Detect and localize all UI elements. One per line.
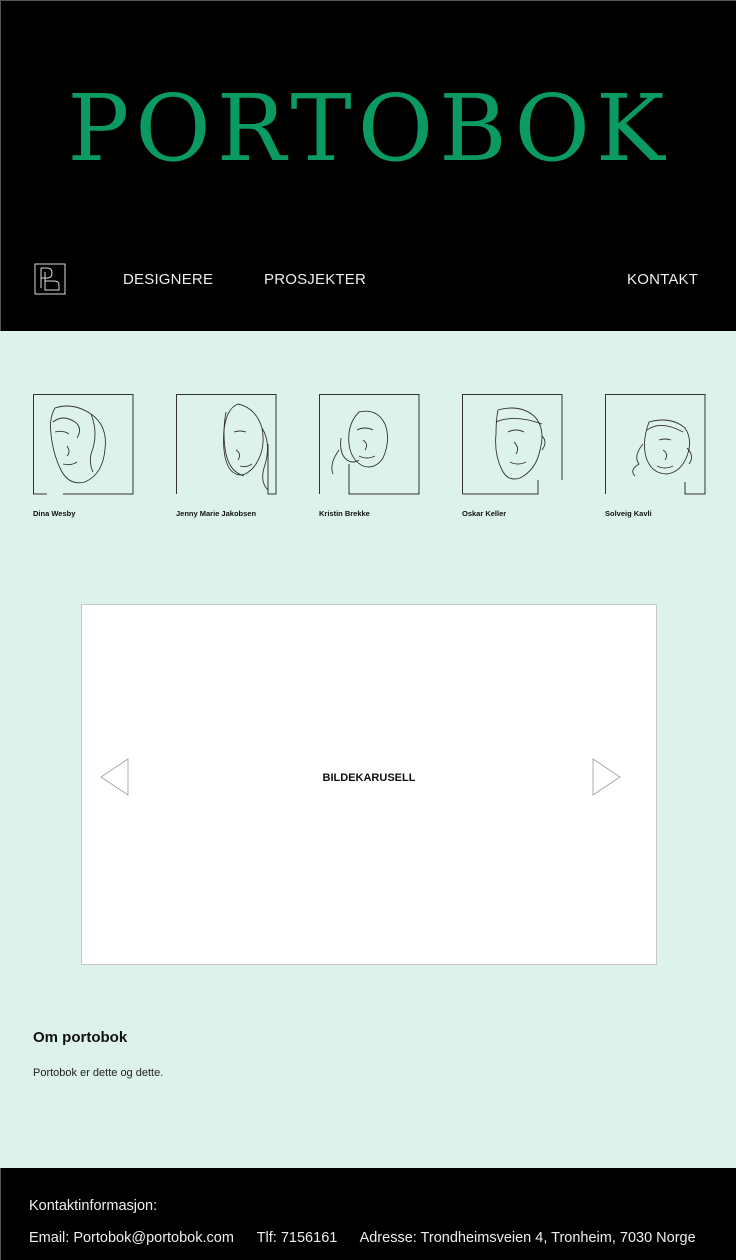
pb-monogram-icon[interactable] [34, 263, 66, 295]
image-carousel[interactable]: BILDEKARUSELL [81, 604, 657, 965]
designer-card-jenny-marie-jakobsen[interactable]: Jenny Marie Jakobsen [176, 394, 296, 518]
designer-name: Kristin Brekke [319, 509, 370, 518]
site-footer: Kontaktinformasjon: Email: Portobok@port… [0, 1168, 736, 1260]
designer-list: Dina Wesby Jenny Marie Jakobsen Kristin … [0, 394, 736, 524]
designer-name: Solveig Kavli [605, 509, 652, 518]
footer-contact-row: Email: Portobok@portobok.com Tlf: 715616… [29, 1230, 715, 1246]
line-art-portrait-icon [605, 394, 706, 495]
site-header: PORTOBOK DESIGNERE PROSJEKTER KONTAKT [0, 0, 736, 331]
carousel-label: BILDEKARUSELL [322, 772, 416, 784]
triangle-right-icon[interactable] [591, 758, 621, 796]
line-art-portrait-icon [319, 394, 420, 495]
designer-name: Jenny Marie Jakobsen [176, 509, 257, 518]
line-art-portrait-icon [33, 394, 134, 495]
nav-kontakt[interactable]: KONTAKT [627, 271, 698, 288]
designer-name: Oskar Keller [462, 509, 507, 518]
line-art-portrait-icon [176, 394, 277, 495]
footer-phone: Tlf: 7156161 [256, 1230, 338, 1246]
line-art-portrait-icon [462, 394, 563, 495]
designer-card-kristin-brekke[interactable]: Kristin Brekke [319, 394, 439, 518]
designer-card-oskar-keller[interactable]: Oskar Keller [462, 394, 582, 518]
designer-name: Dina Wesby [33, 509, 76, 518]
nav-prosjekter[interactable]: PROSJEKTER [264, 271, 366, 288]
site-title[interactable]: PORTOBOK [1, 83, 736, 175]
footer-email[interactable]: Email: Portobok@portobok.com [29, 1230, 234, 1246]
footer-title: Kontaktinformasjon: [29, 1198, 158, 1214]
about-text: Portobok er dette og dette. [33, 1067, 164, 1079]
nav-designere[interactable]: DESIGNERE [123, 271, 213, 288]
about-title: Om portobok [33, 1029, 128, 1046]
footer-address: Adresse: Trondheimsveien 4, Tronheim, 70… [359, 1230, 696, 1246]
designer-card-solveig-kavli[interactable]: Solveig Kavli [605, 394, 725, 518]
designer-card-dina-wesby[interactable]: Dina Wesby [33, 394, 153, 518]
